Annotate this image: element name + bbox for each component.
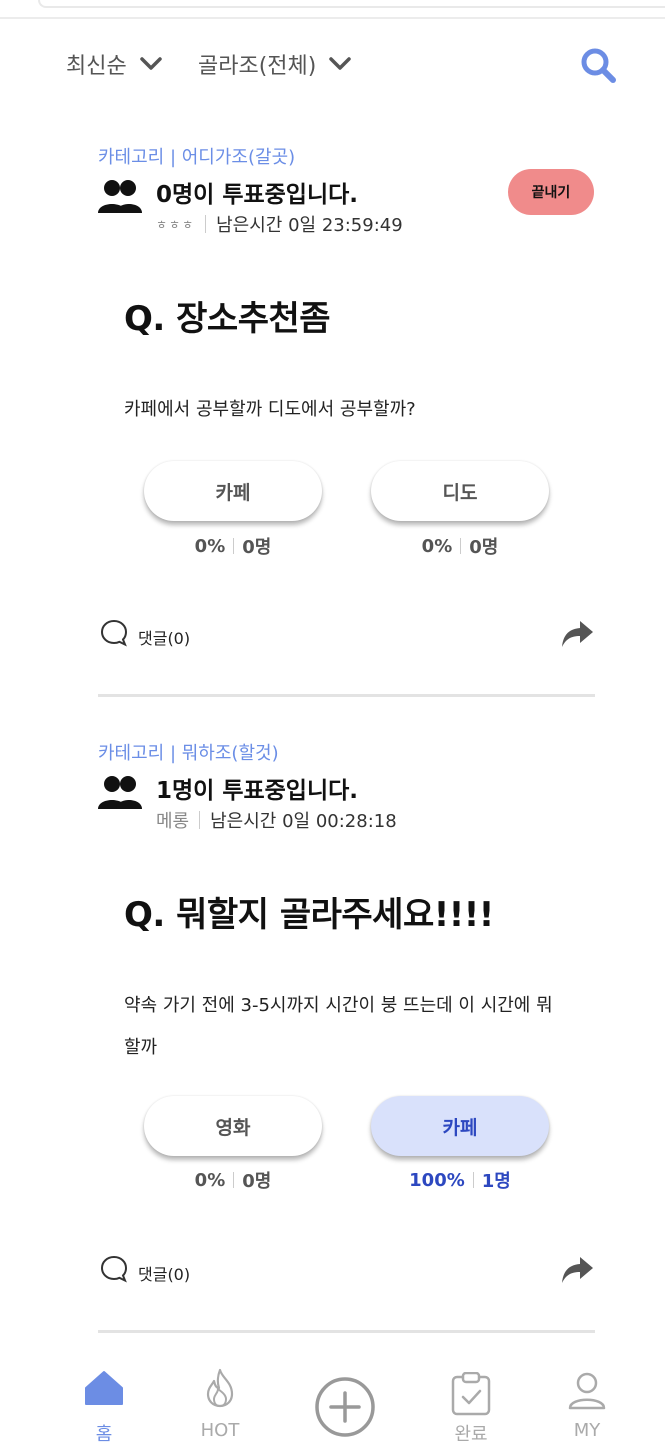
nav-my[interactable]: MY	[547, 1366, 627, 1452]
comment-count[interactable]: 댓글(0)	[138, 1261, 190, 1285]
stat-separator	[472, 1172, 474, 1188]
top-divider	[0, 17, 665, 19]
nav-home[interactable]: 홈	[64, 1366, 144, 1452]
author-name: ㅎㅎㅎ	[156, 217, 196, 232]
voting-count: 1명이 투표중입니다.	[156, 778, 359, 804]
nav-my-label: MY	[573, 1420, 601, 1441]
voters-row: 0명이 투표중입니다. ㅎㅎㅎ 남은시간 0일 23:59:49 끝내기	[98, 169, 595, 237]
time-left: 남은시간 0일 23:59:49	[216, 215, 403, 236]
post-category: 카테고리 | 뭐하조(할것)	[98, 743, 279, 764]
comment-count[interactable]: 댓글(0)	[138, 625, 190, 649]
share-icon[interactable]	[560, 1255, 594, 1285]
user-icon	[568, 1372, 606, 1410]
meta-separator	[205, 215, 207, 233]
vote-percent: 100%	[409, 1169, 465, 1191]
post-card: 카테고리 | 어디가조(갈곳) 0명이 투표중입니다. ㅎㅎㅎ 남은시간 0일 …	[98, 143, 595, 683]
post-category: 카테고리 | 어디가조(갈곳)	[98, 147, 296, 168]
nav-hot[interactable]: HOT	[180, 1366, 260, 1452]
question-description: 카페에서 공부할까 디도에서 공부할까?	[124, 399, 416, 420]
comment-icon[interactable]	[100, 1255, 128, 1283]
question-description: 약속 가기 전에 3-5시까지 시간이 붕 뜨는데 이 시간에 뭐할까	[124, 995, 553, 1058]
question-title: Q. 장소추천좀	[124, 299, 331, 339]
vote-count: 0명	[242, 537, 272, 558]
author-name: 메롱	[156, 811, 190, 832]
vote-option-2[interactable]: 디도	[371, 461, 549, 521]
flame-icon	[206, 1368, 234, 1408]
group-label: 골라조(전체)	[198, 54, 317, 79]
browser-edge	[38, 0, 665, 8]
vote-stat-1: 0% 0명	[144, 533, 322, 559]
vote-stat-1: 0% 0명	[144, 1167, 322, 1193]
bottom-nav: 홈 HOT 완료 MY	[0, 1366, 665, 1452]
comment-icon[interactable]	[100, 619, 128, 647]
post-divider	[98, 694, 595, 697]
plus-circle-icon	[315, 1377, 375, 1437]
voters-row: 1명이 투표중입니다. 메롱 남은시간 0일 00:28:18	[98, 765, 595, 833]
sort-dropdown[interactable]: 최신순	[66, 48, 163, 80]
post-card: 카테고리 | 뭐하조(할것) 1명이 투표중입니다. 메롱 남은시간 0일 00…	[98, 739, 595, 1319]
question-title: Q. 뭐할지 골라주세요!!!!	[124, 895, 494, 935]
vote-option-1[interactable]: 영화	[144, 1096, 322, 1156]
group-dropdown[interactable]: 골라조(전체)	[198, 48, 352, 80]
stat-separator	[233, 1172, 235, 1188]
vote-percent: 0%	[194, 535, 226, 557]
post-meta: ㅎㅎㅎ 남은시간 0일 23:59:49	[156, 211, 403, 237]
vote-percent: 0%	[194, 1169, 226, 1191]
comment-row: 댓글(0)	[98, 1255, 595, 1289]
vote-option-1[interactable]: 카페	[144, 461, 322, 521]
chevron-down-icon	[329, 57, 352, 70]
filter-bar: 최신순 골라조(전체)	[0, 40, 665, 90]
nav-hot-label: HOT	[200, 1420, 240, 1441]
end-vote-button[interactable]: 끝내기	[508, 169, 594, 215]
chevron-down-icon	[139, 57, 162, 70]
clipboard-check-icon	[451, 1372, 491, 1416]
search-icon[interactable]	[578, 46, 620, 86]
comment-row: 댓글(0)	[98, 619, 595, 653]
post-divider	[98, 1330, 595, 1333]
nav-done-label: 완료	[454, 1424, 488, 1445]
vote-percent: 0%	[421, 535, 453, 557]
sort-label: 최신순	[66, 54, 127, 79]
vote-option-2-selected[interactable]: 카페	[371, 1096, 549, 1156]
share-icon[interactable]	[560, 619, 594, 649]
stat-separator	[233, 538, 235, 554]
nav-create[interactable]	[305, 1366, 385, 1452]
nav-done[interactable]: 완료	[431, 1366, 511, 1452]
vote-count: 0명	[242, 1171, 272, 1192]
people-icon	[98, 776, 142, 809]
vote-stat-2: 100% 1명	[371, 1167, 549, 1193]
stat-separator	[460, 538, 462, 554]
home-icon	[85, 1371, 123, 1405]
meta-separator	[199, 811, 201, 829]
people-icon	[98, 180, 142, 213]
vote-count: 0명	[469, 537, 499, 558]
voting-count: 0명이 투표중입니다.	[156, 182, 359, 208]
vote-stat-2: 0% 0명	[371, 533, 549, 559]
nav-home-label: 홈	[95, 1424, 113, 1445]
post-meta: 메롱 남은시간 0일 00:28:18	[156, 807, 397, 833]
time-left: 남은시간 0일 00:28:18	[210, 811, 397, 832]
vote-count: 1명	[481, 1171, 511, 1192]
